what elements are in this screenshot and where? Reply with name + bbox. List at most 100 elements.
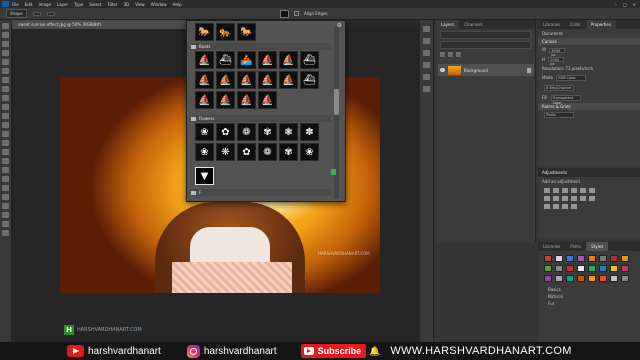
- shape-cell[interactable]: ⛵: [258, 91, 277, 109]
- style-swatch[interactable]: [566, 265, 574, 272]
- shape-cell[interactable]: ⛵: [258, 51, 277, 69]
- zoom-tool-icon[interactable]: [2, 194, 9, 200]
- style-swatch[interactable]: [555, 255, 563, 262]
- tab-layers[interactable]: Layers: [436, 20, 460, 29]
- shape-cell[interactable]: ❁: [237, 123, 256, 141]
- shape-cell[interactable]: ⛴: [216, 51, 235, 69]
- shape-cell[interactable]: ⛵: [258, 71, 277, 89]
- more-tools-icon[interactable]: [2, 203, 9, 209]
- folder-flowers[interactable]: Flowers: [191, 115, 331, 122]
- shape-cell[interactable]: ✾: [279, 143, 298, 161]
- shape-cell[interactable]: ⛵: [216, 91, 235, 109]
- menu-view[interactable]: View: [135, 2, 145, 7]
- invert-icon[interactable]: [589, 196, 595, 201]
- adjustments-title[interactable]: Adjustments: [538, 168, 640, 177]
- shape-cell[interactable]: ⛵: [237, 71, 256, 89]
- shape-cell[interactable]: 🐅: [216, 23, 235, 41]
- shape-cell[interactable]: ❋: [216, 143, 235, 161]
- style-swatch[interactable]: [555, 265, 563, 272]
- shape-tool-icon[interactable]: [2, 176, 9, 182]
- picker-scroll-thumb[interactable]: [334, 89, 339, 115]
- hand-tool-icon[interactable]: [2, 185, 9, 191]
- gradient-tool-icon[interactable]: [2, 122, 9, 128]
- tab-libraries-2[interactable]: Libraries: [538, 242, 565, 251]
- history-brush-icon[interactable]: [2, 104, 9, 110]
- resize-handle-icon[interactable]: [331, 169, 336, 175]
- selected-shape-cell[interactable]: ▼: [195, 167, 214, 185]
- eye-icon[interactable]: [440, 68, 445, 72]
- tab-color[interactable]: Color: [565, 20, 585, 29]
- folder-collapsed[interactable]: F: [191, 189, 331, 196]
- shape-cell[interactable]: ⛴: [300, 71, 319, 89]
- folder-boats[interactable]: Boats: [191, 43, 331, 50]
- layer-filter-row[interactable]: [440, 31, 531, 39]
- shape-cell[interactable]: ❁: [258, 143, 277, 161]
- shape-cell[interactable]: ⛵: [195, 51, 214, 69]
- style-swatch[interactable]: [544, 255, 552, 262]
- menu-edit[interactable]: Edit: [25, 2, 33, 7]
- rulers-header[interactable]: Rulers & Grids: [538, 103, 640, 110]
- subscribe-button[interactable]: Subscribe: [300, 344, 367, 358]
- pen-tool-icon[interactable]: [2, 149, 9, 155]
- fill-swatch[interactable]: [32, 11, 41, 16]
- gradient-map-icon[interactable]: [562, 204, 568, 209]
- style-swatch[interactable]: [577, 275, 585, 282]
- exposure-icon[interactable]: [571, 188, 577, 193]
- style-swatch[interactable]: [621, 255, 629, 262]
- lock-position-icon[interactable]: [448, 52, 453, 57]
- stamp-tool-icon[interactable]: [2, 95, 9, 101]
- curves-icon[interactable]: [562, 188, 568, 193]
- color-lookup-icon[interactable]: [580, 196, 586, 201]
- hue-saturation-icon[interactable]: [589, 188, 595, 193]
- style-swatch[interactable]: [588, 265, 596, 272]
- character-icon[interactable]: [423, 62, 430, 68]
- brightness-icon[interactable]: [544, 188, 550, 193]
- type-tool-icon[interactable]: [2, 158, 9, 164]
- tab-properties[interactable]: Properties: [585, 20, 616, 29]
- layer-background[interactable]: Background: [438, 64, 534, 76]
- menu-select[interactable]: Select: [89, 2, 101, 7]
- healing-tool-icon[interactable]: [2, 77, 9, 83]
- foreground-color-swatch[interactable]: [2, 212, 9, 218]
- screen-mode-icon[interactable]: [2, 230, 9, 236]
- shape-cell[interactable]: ⛵: [195, 91, 214, 109]
- quick-mask-icon[interactable]: [2, 221, 9, 227]
- shape-cell[interactable]: ⛴: [300, 51, 319, 69]
- shape-cell[interactable]: ⛵: [216, 71, 235, 89]
- shape-cell[interactable]: ✽: [300, 123, 319, 141]
- style-swatch[interactable]: [621, 265, 629, 272]
- tool-mode-select[interactable]: Shape: [6, 9, 27, 18]
- style-swatch[interactable]: [599, 255, 607, 262]
- brush-settings-icon[interactable]: [423, 50, 430, 56]
- style-swatch[interactable]: [577, 255, 585, 262]
- move-tool-icon[interactable]: [2, 23, 9, 29]
- lasso-tool-icon[interactable]: [2, 41, 9, 47]
- shape-cell[interactable]: ⛵: [279, 71, 298, 89]
- minimize-icon[interactable]: –: [615, 2, 617, 7]
- menu-type[interactable]: Type: [74, 2, 83, 7]
- width-field[interactable]: 3000 px: [549, 47, 566, 57]
- style-swatch[interactable]: [610, 255, 618, 262]
- tab-libraries[interactable]: Libraries: [538, 20, 565, 29]
- menu-image[interactable]: Image: [38, 2, 51, 7]
- style-swatch[interactable]: [610, 265, 618, 272]
- history-icon[interactable]: [423, 26, 430, 32]
- height-field[interactable]: 2000 px: [548, 57, 565, 66]
- menu-file[interactable]: File: [12, 2, 19, 7]
- shape-cell[interactable]: ⛵: [195, 71, 214, 89]
- tab-styles[interactable]: Styles: [586, 242, 609, 251]
- brush-tool-icon[interactable]: [2, 86, 9, 92]
- mode-select[interactable]: RGB Color: [556, 75, 587, 81]
- style-swatch[interactable]: [555, 275, 563, 282]
- marquee-tool-icon[interactable]: [2, 32, 9, 38]
- shape-cell[interactable]: ❃: [279, 123, 298, 141]
- lock-pixels-icon[interactable]: [440, 52, 445, 57]
- style-swatch[interactable]: [610, 275, 618, 282]
- bell-icon[interactable]: 🔔: [369, 346, 380, 357]
- stroke-swatch[interactable]: [46, 11, 55, 16]
- style-folder-basics[interactable]: Basics: [538, 286, 640, 293]
- tab-paths[interactable]: Paths: [565, 242, 586, 251]
- blend-mode-row[interactable]: [440, 41, 531, 49]
- blur-tool-icon[interactable]: [2, 131, 9, 137]
- close-icon[interactable]: ×: [633, 2, 636, 7]
